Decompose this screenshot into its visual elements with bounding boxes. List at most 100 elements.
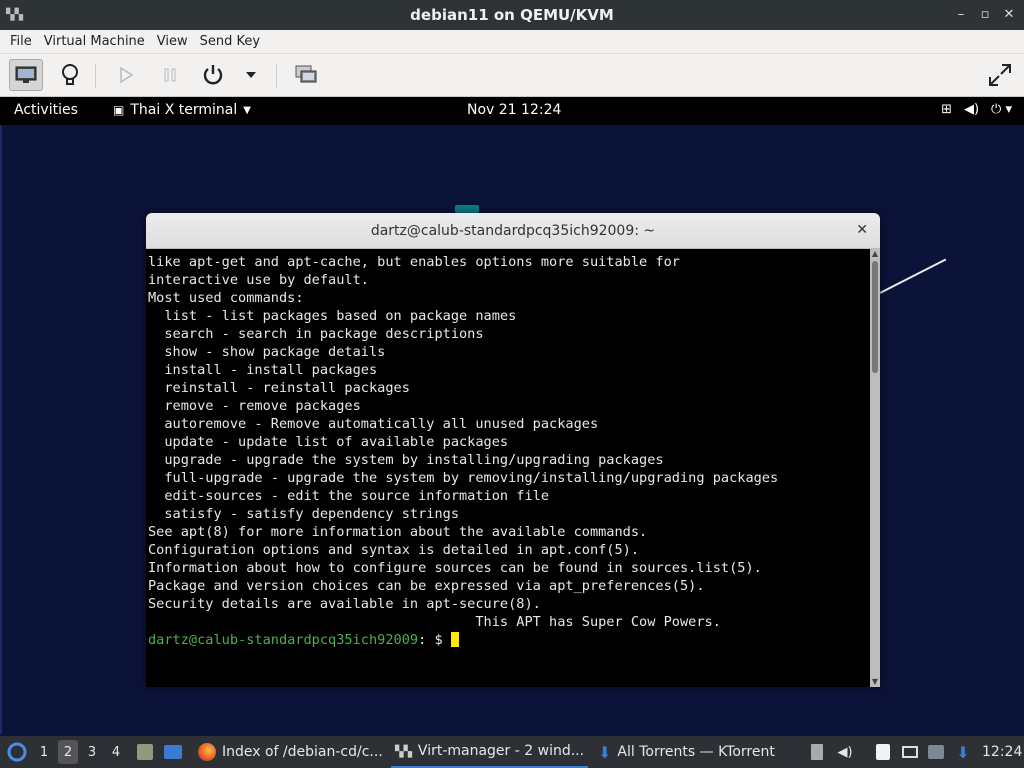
system-menu[interactable]: ⊞ ◀) ⏻ ▾ xyxy=(941,102,1012,117)
terminal-line: Package and version choices can be expre… xyxy=(148,578,705,594)
taskbar-task-virt-manager[interactable]: ▚▚ Virt-manager - 2 wind... xyxy=(391,736,589,768)
terminal-scrollbar[interactable]: ▲ ▼ xyxy=(870,249,880,687)
taskbar-clock[interactable]: 12:24 xyxy=(982,736,1022,768)
terminal-output[interactable]: like apt-get and apt-cache, but enables … xyxy=(146,249,870,687)
volume-icon: ◀) xyxy=(963,102,980,117)
pause-button[interactable] xyxy=(153,59,187,91)
terminal-prompt-line[interactable]: dartz@calub-standardpcq35ich92009: $ xyxy=(148,631,870,649)
toolbar xyxy=(0,54,1024,97)
terminal-line: show - show package details xyxy=(148,344,386,360)
workspace-2[interactable]: 2 xyxy=(58,740,78,764)
terminal-line: install - install packages xyxy=(148,362,378,378)
app-menu-label: Thai X terminal xyxy=(130,102,238,118)
task-label: All Torrents — KTorrent xyxy=(617,744,775,760)
snapshot-icon xyxy=(295,65,317,83)
fullscreen-icon xyxy=(989,64,1011,86)
terminal-line: satisfy - satisfy dependency strings xyxy=(148,506,459,522)
show-desktop-launcher[interactable] xyxy=(163,736,183,768)
virt-manager-icon: ▚▚ xyxy=(395,744,412,758)
display-tray[interactable] xyxy=(900,736,920,768)
terminal-line: See apt(8) for more information about th… xyxy=(148,524,648,540)
menu-virtual-machine[interactable]: Virtual Machine xyxy=(38,34,151,49)
terminal-line: list - list packages based on package na… xyxy=(148,308,517,324)
app-menu[interactable]: ▣ Thai X terminal ▼ xyxy=(113,102,251,118)
chevron-down-icon: ▼ xyxy=(243,104,251,116)
task-label: Virt-manager - 2 wind... xyxy=(417,743,585,759)
firefox-icon xyxy=(198,743,216,761)
terminal-line: Information about how to configure sourc… xyxy=(148,560,762,576)
clipboard-icon xyxy=(811,744,823,760)
terminal-line: update - update list of available packag… xyxy=(148,434,509,450)
terminal-line: reinstall - reinstall packages xyxy=(148,380,410,396)
updates-tray[interactable] xyxy=(926,736,946,768)
prompt-user: dartz@calub-standardpcq35ich92009 xyxy=(148,632,419,648)
ktorrent-icon: ⬇ xyxy=(956,742,970,762)
network-icon: ⊞ xyxy=(941,102,952,117)
menu-file[interactable]: File xyxy=(4,34,38,49)
shutdown-button[interactable] xyxy=(196,59,230,91)
window-title: debian11 on QEMU/KVM xyxy=(410,6,614,24)
terminal-titlebar[interactable]: dartz@calub-standardpcq35ich92009: ~ ✕ xyxy=(146,213,880,249)
taskbar-task-firefox[interactable]: Index of /debian-cd/c... xyxy=(194,736,387,768)
fullscreen-button[interactable] xyxy=(983,59,1017,91)
terminal-title: dartz@calub-standardpcq35ich92009: ~ xyxy=(370,222,656,239)
terminal-line: Configuration options and syntax is deta… xyxy=(148,542,640,558)
toolbar-separator xyxy=(95,64,96,88)
gnome-clock[interactable]: Nov 21 12:24 xyxy=(467,102,561,118)
maximize-button[interactable]: ▫ xyxy=(976,4,994,24)
host-taskbar: 1 2 3 4 Index of /debian-cd/c... ▚▚ Virt… xyxy=(0,736,1024,768)
terminal-close-button[interactable]: ✕ xyxy=(856,222,868,238)
play-icon xyxy=(120,67,133,83)
workspace-1[interactable]: 1 xyxy=(34,736,54,768)
terminal-line: remove - remove packages xyxy=(148,398,361,414)
terminal-line: This APT has Super Cow Powers. xyxy=(148,614,721,630)
display-icon xyxy=(902,746,918,758)
ktorrent-icon: ⬇ xyxy=(598,742,612,762)
terminal-line: search - search in package descriptions xyxy=(148,326,484,342)
terminal-line: full-upgrade - upgrade the system by rem… xyxy=(148,470,779,486)
power-icon: ⏻ ▾ xyxy=(991,102,1012,117)
notes-tray[interactable] xyxy=(874,736,892,768)
terminal-window: dartz@calub-standardpcq35ich92009: ~ ✕ l… xyxy=(146,213,880,687)
terminal-icon: ▣ xyxy=(113,103,125,117)
notes-icon xyxy=(876,744,890,760)
ktorrent-tray[interactable]: ⬇ xyxy=(954,736,972,768)
minimize-button[interactable]: – xyxy=(952,4,970,24)
task-label: Index of /debian-cd/c... xyxy=(222,744,383,760)
close-button[interactable]: ✕ xyxy=(1000,4,1018,24)
run-button[interactable] xyxy=(109,59,143,91)
gnome-top-panel: Activities ▣ Thai X terminal ▼ Nov 21 12… xyxy=(0,97,1024,125)
terminal-cursor xyxy=(450,632,459,647)
taskbar-task-ktorrent[interactable]: ⬇ All Torrents — KTorrent xyxy=(594,736,779,768)
activities-button[interactable]: Activities xyxy=(14,102,78,118)
volume-tray[interactable]: ◀) xyxy=(836,736,854,768)
scroll-down-arrow[interactable]: ▼ xyxy=(870,677,880,687)
file-manager-launcher[interactable] xyxy=(136,736,154,768)
scroll-up-arrow[interactable]: ▲ xyxy=(870,249,880,259)
workspace-3[interactable]: 3 xyxy=(82,736,102,768)
prompt-suffix: : $ xyxy=(418,632,451,648)
show-details-button[interactable] xyxy=(53,59,87,91)
shutdown-menu-button[interactable] xyxy=(235,59,267,91)
clipboard-tray[interactable] xyxy=(808,736,826,768)
file-manager-icon xyxy=(137,744,153,760)
menubar: File Virtual Machine View Send Key xyxy=(0,30,1024,54)
pause-icon xyxy=(164,68,176,82)
start-menu-button[interactable] xyxy=(6,736,28,768)
vm-display[interactable]: Activities ▣ Thai X terminal ▼ Nov 21 12… xyxy=(0,97,1024,768)
terminal-line: Most used commands: xyxy=(148,290,304,306)
toolbar-separator xyxy=(276,64,277,88)
snapshots-button[interactable] xyxy=(289,59,323,91)
show-console-button[interactable] xyxy=(9,59,43,91)
updates-icon xyxy=(928,745,944,759)
menu-view[interactable]: View xyxy=(151,34,194,49)
debian-logo-icon xyxy=(7,742,27,762)
desktop-decoration xyxy=(455,205,479,213)
workspace-4[interactable]: 4 xyxy=(106,736,126,768)
chevron-down-icon xyxy=(246,72,256,78)
menu-send-key[interactable]: Send Key xyxy=(194,34,266,49)
scrollbar-thumb[interactable] xyxy=(872,261,878,373)
lightbulb-icon xyxy=(62,64,78,85)
monitor-icon xyxy=(15,66,37,83)
virt-manager-icon: ▚▚ xyxy=(6,8,23,21)
